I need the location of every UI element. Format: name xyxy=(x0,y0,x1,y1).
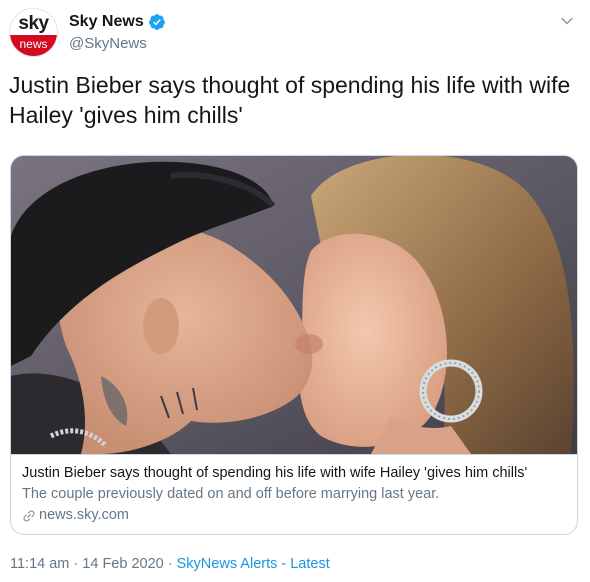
tweet-footer: 11:14 am · 14 Feb 2020 · SkyNews Alerts … xyxy=(10,556,330,572)
footer-separator: · xyxy=(167,556,173,572)
card-image[interactable] xyxy=(11,156,577,454)
tweet: sky news Sky News @SkyNews Justin Bieber… xyxy=(0,0,590,582)
handle[interactable]: @SkyNews xyxy=(69,35,166,52)
verified-badge-icon xyxy=(148,14,165,30)
card-meta[interactable]: Justin Bieber says thought of spending h… xyxy=(11,454,577,534)
tweet-time[interactable]: 11:14 am xyxy=(10,556,69,572)
avatar-sky-text: sky xyxy=(18,13,49,34)
avatar-news-band: news xyxy=(10,35,57,56)
avatar[interactable]: sky news xyxy=(9,8,58,57)
card-title[interactable]: Justin Bieber says thought of spending h… xyxy=(22,464,569,483)
chevron-down-icon[interactable] xyxy=(560,14,574,28)
name-row: Sky News xyxy=(69,12,166,32)
card-domain-text: news.sky.com xyxy=(39,507,129,523)
tweet-date[interactable]: 14 Feb 2020 xyxy=(82,556,163,572)
tweet-source-link[interactable]: SkyNews Alerts - Latest xyxy=(177,556,330,572)
card-description: The couple previously dated on and off b… xyxy=(22,486,440,502)
card-domain[interactable]: news.sky.com xyxy=(22,506,569,525)
card-photo xyxy=(11,156,577,454)
tweet-text: Justin Bieber says thought of spending h… xyxy=(9,72,571,128)
display-name[interactable]: Sky News xyxy=(69,13,144,31)
link-icon xyxy=(23,509,35,522)
link-card[interactable]: Justin Bieber says thought of spending h… xyxy=(10,155,578,535)
footer-separator: · xyxy=(73,556,79,572)
author-block: Sky News @SkyNews xyxy=(69,12,166,52)
